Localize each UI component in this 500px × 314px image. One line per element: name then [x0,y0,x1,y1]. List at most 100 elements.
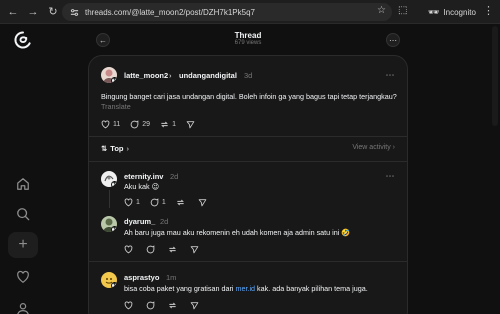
share-button[interactable] [198,198,210,207]
repost-button[interactable] [168,301,180,310]
profile-icon[interactable] [13,298,33,314]
search-icon[interactable] [13,204,33,224]
comment-button[interactable] [146,245,158,254]
repost-count: 1 [172,121,176,128]
comment-button[interactable]: 29 [130,120,150,129]
translate-link[interactable]: Translate [101,102,131,111]
post-actions: 11 29 1 [101,120,208,129]
reply-text-before: bisa coba paket yang gratisan dari [124,284,236,293]
comment-count: 1 [161,199,166,206]
post-time: 3d [244,71,253,80]
browser-toolbar: ← → ↻ threads.com/@latte_moon2/post/DZH7… [0,0,500,24]
reply-text: bisa coba paket yang gratisan dari mer.i… [124,284,404,294]
more-horizontal-icon: ⋯ [389,35,397,45]
like-button[interactable] [124,245,136,254]
comment-count: 29 [142,121,151,128]
sort-dropdown[interactable]: ⇅ Top › [101,144,129,153]
thread-header: ← Thread 679 views ⋯ [88,28,408,52]
reply-separator-icon: › [169,71,172,80]
like-button[interactable]: 1 [124,198,140,207]
avatar[interactable]: + [101,67,117,83]
reply-thread-line [109,190,110,208]
reload-icon[interactable]: ↻ [46,5,60,19]
share-button[interactable] [186,120,198,129]
repost-icon [169,302,176,309]
view-activity-link[interactable]: View activity › [352,144,395,151]
comment-button[interactable]: 1 [150,198,166,207]
repost-button[interactable]: 1 [160,120,176,129]
follow-plus-icon[interactable]: + [111,77,117,83]
reply-actions [124,245,212,254]
replied-to-user[interactable]: undangandigital [179,71,237,80]
reply-author[interactable]: eternity.inv [124,172,163,181]
comment-icon [146,245,155,254]
reply-more-icon[interactable]: ⋯ [383,172,397,181]
plus-icon: + [18,236,28,253]
follow-plus-icon[interactable]: + [111,226,117,232]
comment-icon [130,120,139,129]
avatar[interactable]: + [101,171,117,187]
repost-button[interactable] [168,245,180,254]
thread-card: + latte_moon2 › undangandigital 3d ⋯ Bin… [88,55,408,314]
incognito-icon: 🕶 [428,6,440,17]
activity-heart-icon[interactable] [13,267,33,287]
send-icon [190,302,199,310]
like-button[interactable] [124,301,136,310]
follow-plus-icon[interactable]: + [111,282,117,288]
create-post-button[interactable]: + [8,232,38,258]
reply-actions: 1 1 [124,198,220,207]
post-more-icon[interactable]: ⋯ [383,71,397,80]
heart-icon [124,301,133,310]
threads-logo-icon[interactable] [13,30,33,50]
bookmark-star-icon[interactable]: ☆ [377,5,386,16]
reply-author[interactable]: asprastyo [124,273,159,282]
home-icon[interactable] [13,174,33,194]
divider [89,161,407,162]
repost-icon [169,246,176,253]
page-title: Thread [234,31,262,40]
reply-time: 2d [170,172,179,181]
share-button[interactable] [190,245,202,254]
heart-icon [124,245,133,254]
reply-author[interactable]: dyarum_ [124,217,155,226]
reply-time: 1m [166,273,177,282]
address-bar[interactable]: threads.com/@latte_moon2/post/DZH7k1Pk5q… [62,3,392,21]
view-count: 679 views [234,40,262,46]
reply-text-after: kak. ada banyak pilihan tema juga. [255,284,368,293]
avatar[interactable]: + [101,272,117,288]
page-scrollbar[interactable] [492,26,498,126]
divider [89,136,407,137]
like-button[interactable]: 11 [101,120,120,129]
divider [89,261,407,262]
follow-plus-icon[interactable]: + [111,181,117,187]
incognito-label: Incognito [443,7,476,17]
send-icon [190,246,199,254]
comment-button[interactable] [146,301,158,310]
extensions-icon[interactable]: ⬚ [398,5,412,19]
site-info-icon[interactable] [70,8,79,17]
mention-link[interactable]: mer.id [235,284,255,293]
browser-menu-icon[interactable]: ⋮ [483,4,494,17]
thread-options-button[interactable]: ⋯ [386,33,400,47]
chevron-right-icon: › [392,144,395,151]
sort-label: Top [110,144,124,153]
send-icon [186,121,195,129]
comment-icon [150,198,159,207]
comment-icon [146,301,155,310]
chevron-right-icon: › [126,144,129,153]
view-activity-label: View activity [352,144,391,151]
post-text: Bingung banget cari jasa undangan digita… [101,92,397,112]
forward-icon[interactable]: → [26,5,40,19]
avatar[interactable]: + [101,216,117,232]
incognito-indicator[interactable]: 🕶 Incognito [422,4,482,20]
repost-icon [176,199,184,206]
repost-button[interactable] [176,198,188,207]
reply-actions [124,301,212,310]
share-button[interactable] [190,301,202,310]
like-count: 1 [136,199,140,206]
post-author[interactable]: latte_moon2 [124,71,168,80]
back-icon[interactable]: ← [6,5,20,19]
reply-text: Ah baru juga mau aku rekomenin eh udah k… [124,228,351,237]
repost-icon [161,121,168,128]
left-nav-rail: + [0,24,46,314]
